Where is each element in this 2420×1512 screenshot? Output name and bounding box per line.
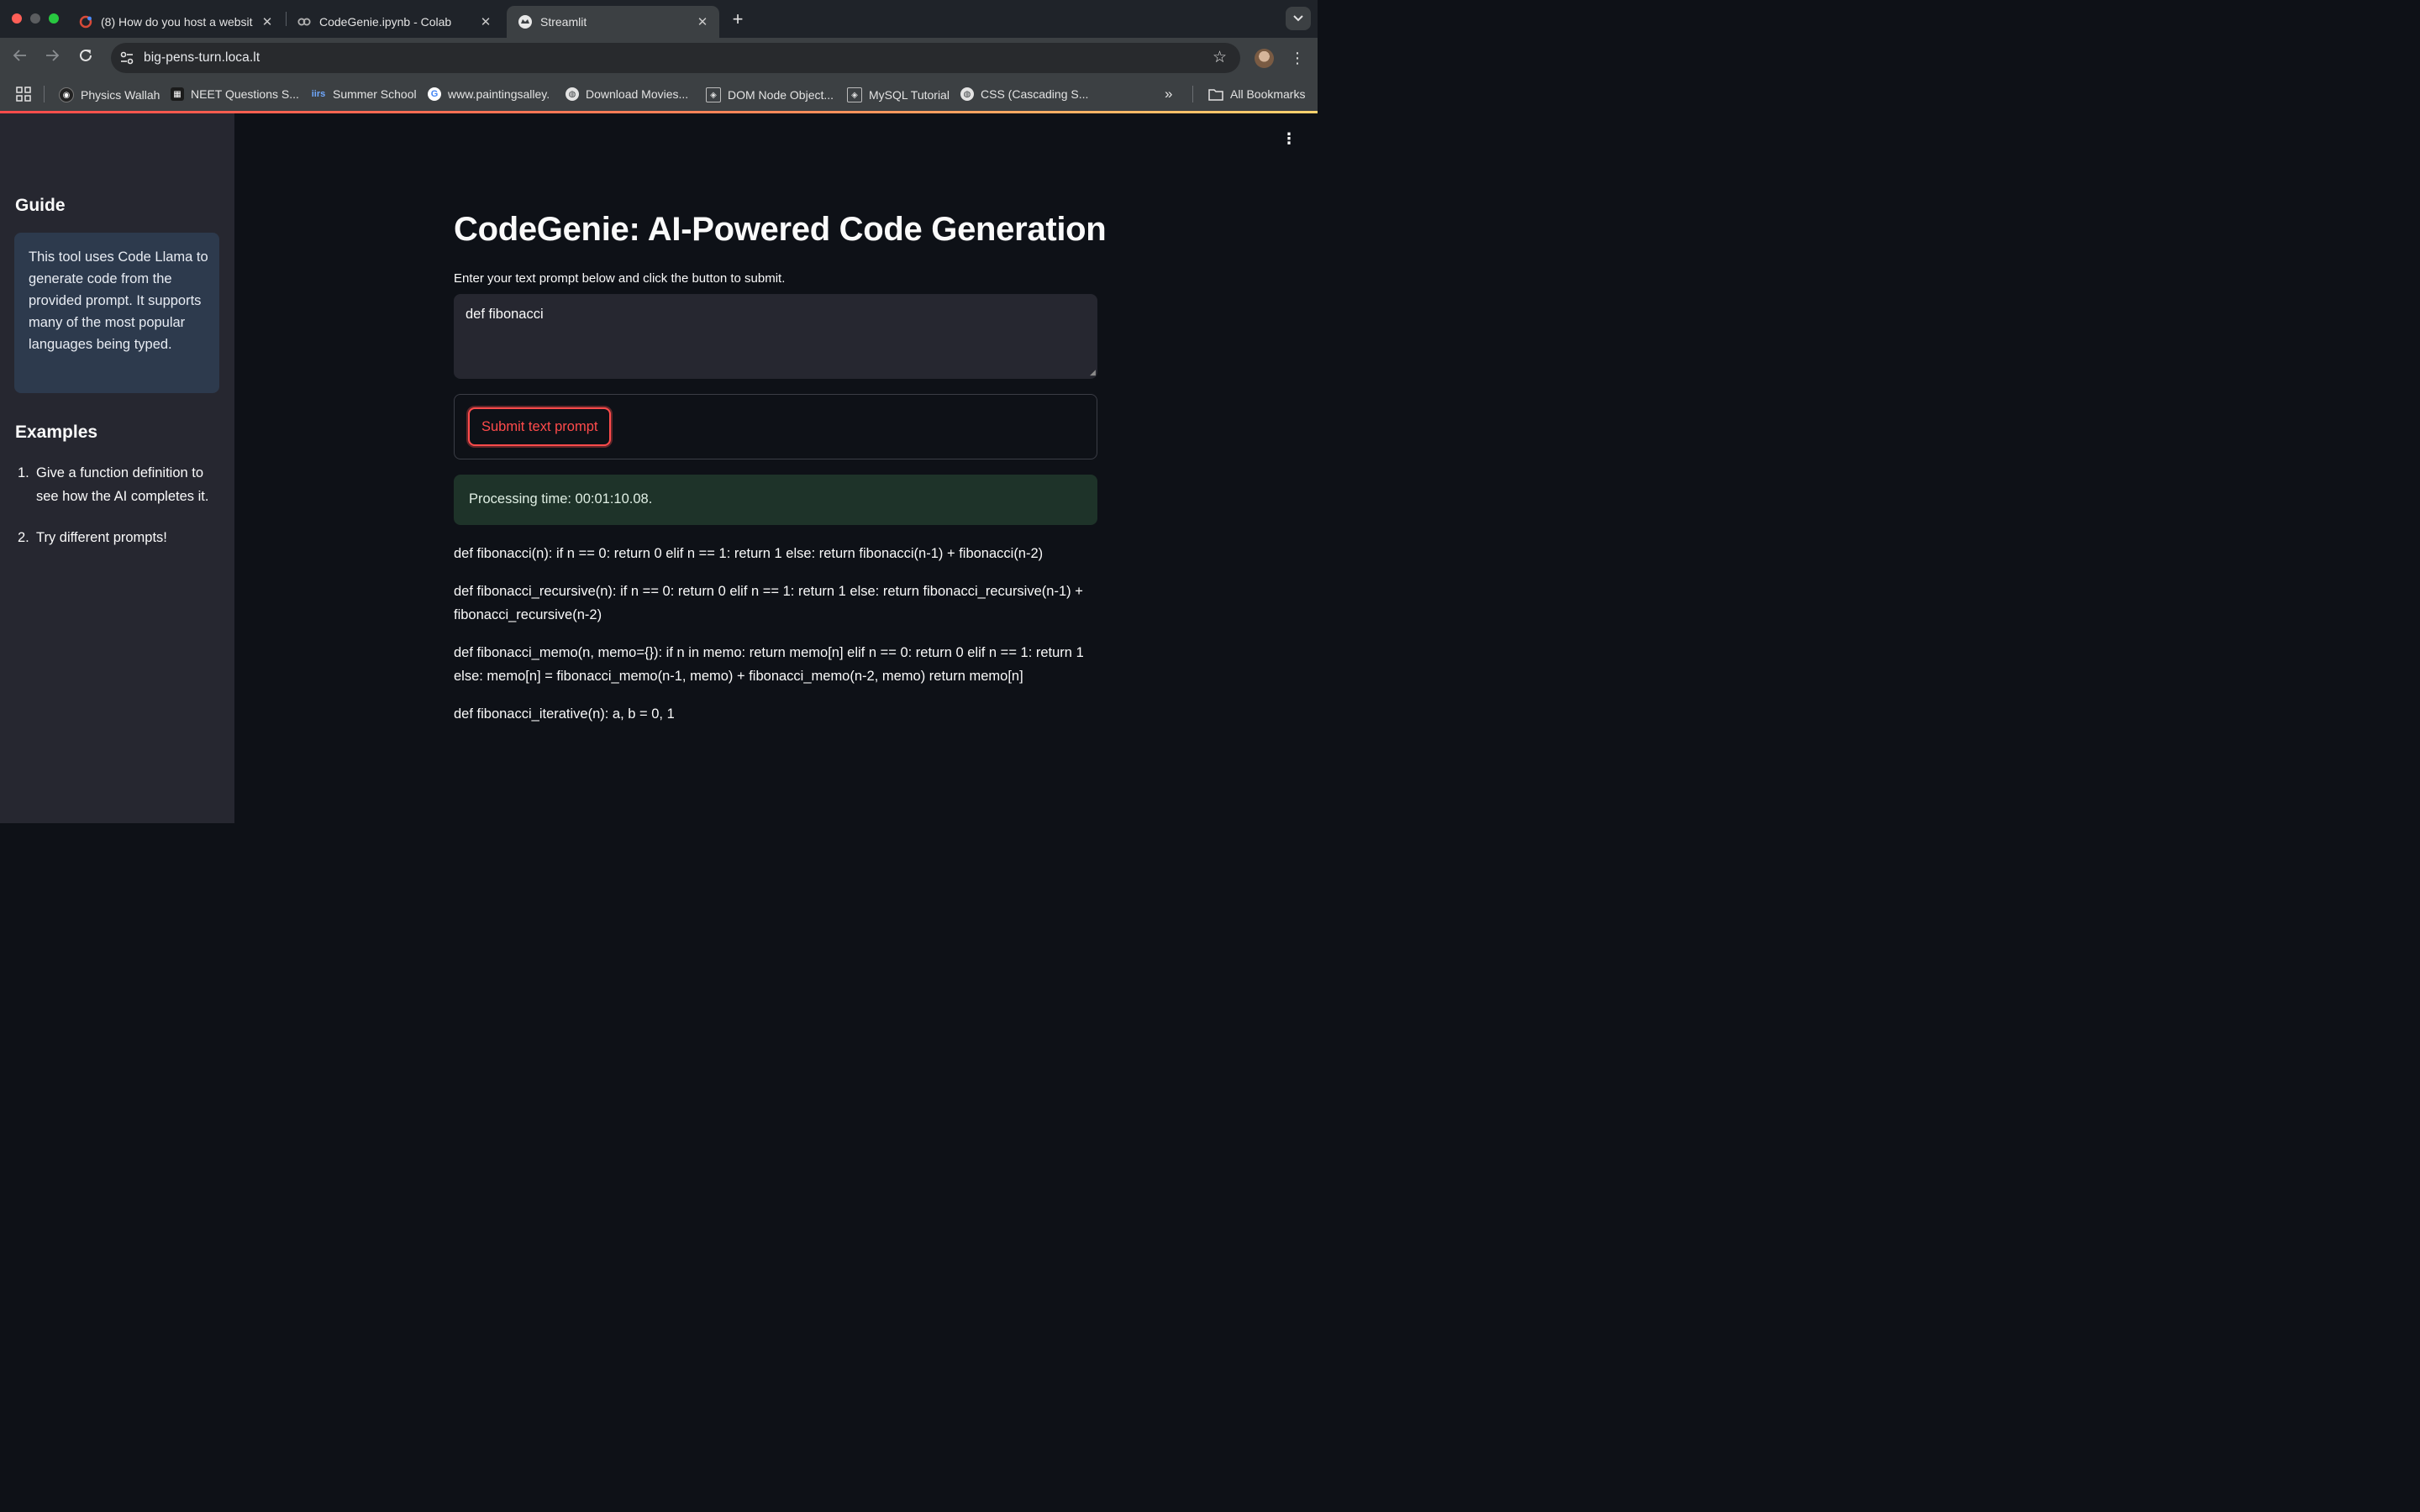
submit-form: Submit text prompt (454, 394, 1097, 459)
all-bookmarks-button[interactable]: All Bookmarks (1208, 87, 1305, 101)
screen: (8) How do you host a websit ✕ CodeGenie… (0, 0, 1318, 823)
bookmark-label: Summer School (333, 87, 417, 101)
bookmark-label: MySQL Tutorial (869, 88, 950, 102)
browser-tab-colab[interactable]: CodeGenie.ipynb - Colab ✕ (286, 6, 502, 38)
folder-icon (1208, 89, 1223, 101)
bookmark-label: DOM Node Object... (728, 88, 834, 102)
bookmark-download-movies[interactable]: ◍ Download Movies... (566, 87, 688, 101)
bookmark-dom-node-object[interactable]: ◈ DOM Node Object... (706, 87, 834, 102)
browser-menu-icon[interactable]: ⋮ (1289, 49, 1306, 67)
main-content: ⋮ CodeGenie: AI-Powered Code Generation … (234, 113, 1318, 823)
browser-tabstrip: (8) How do you host a websit ✕ CodeGenie… (0, 0, 1318, 38)
pw-icon: ◉ (59, 87, 74, 102)
resize-handle-icon[interactable]: ◢ (1090, 369, 1097, 376)
guide-text: This tool uses Code Llama to generate co… (29, 249, 208, 352)
bookmark-physics-wallah[interactable]: ◉ Physics Wallah (59, 87, 160, 102)
output-line: def fibonacci_memo(n, memo={}): if n in … (454, 645, 1084, 684)
colab-icon (297, 15, 311, 29)
list-text: Give a function definition to see how th… (36, 465, 209, 504)
bookmark-mysql-tutorial[interactable]: ◈ MySQL Tutorial (847, 87, 950, 102)
url-text: big-pens-turn.loca.lt (144, 50, 260, 65)
browser-toolbar: big-pens-turn.loca.lt ☆ ⋮ (0, 38, 1318, 78)
w3-icon: ◈ (706, 87, 721, 102)
prompt-instructions: Enter your text prompt below and click t… (454, 271, 786, 286)
list-number: 2. (18, 530, 29, 545)
output-line: def fibonacci(n): if n == 0: return 0 el… (454, 546, 1044, 561)
zoom-window-button[interactable] (49, 13, 59, 24)
apps-grid-icon (16, 87, 31, 102)
bookmarks-divider (1192, 86, 1193, 102)
list-number: 1. (18, 465, 29, 480)
profile-avatar[interactable] (1255, 49, 1274, 68)
bookmark-paintingsalley[interactable]: G www.paintingsalley. (428, 87, 550, 101)
address-bar[interactable]: big-pens-turn.loca.lt ☆ (111, 43, 1240, 73)
sidebar: Guide This tool uses Code Llama to gener… (0, 113, 234, 823)
bookmark-label: CSS (Cascading S... (981, 87, 1089, 101)
tab-title: Streamlit (540, 15, 587, 29)
tab-title: CodeGenie.ipynb - Colab (319, 15, 452, 29)
output-line: def fibonacci_recursive(n): if n == 0: r… (454, 584, 1083, 622)
reload-button[interactable] (76, 48, 96, 68)
bookmark-star-icon[interactable]: ☆ (1213, 48, 1227, 67)
guide-heading: Guide (15, 196, 66, 215)
bookmark-summer-school[interactable]: iirs Summer School (311, 87, 417, 101)
list-text: Try different prompts! (36, 530, 167, 545)
arrow-left-icon (13, 50, 26, 61)
close-tab-icon[interactable]: ✕ (479, 14, 492, 29)
bookmark-label: NEET Questions S... (191, 87, 299, 101)
bookmarks-bar: ◉ Physics Wallah ▦ NEET Questions S... i… (0, 78, 1318, 112)
bookmark-label: Download Movies... (586, 87, 689, 101)
page-title: CodeGenie: AI-Powered Code Generation (454, 211, 1107, 248)
generated-code-output: def fibonacci(n): if n == 0: return 0 el… (454, 542, 1092, 740)
reload-icon (80, 49, 92, 61)
google-icon: G (428, 87, 441, 101)
neet-icon: ▦ (171, 87, 184, 101)
close-tab-icon[interactable]: ✕ (260, 14, 274, 29)
w3-icon: ◈ (847, 87, 862, 102)
bookmark-css-cascading[interactable]: ◍ CSS (Cascading S... (960, 87, 1088, 101)
tab-title: (8) How do you host a websit (101, 15, 253, 29)
globe-icon: ◍ (960, 87, 974, 101)
site-settings-icon[interactable] (119, 50, 134, 66)
prompt-textarea[interactable]: def fibonacci (454, 294, 1097, 379)
minimize-window-button[interactable] (30, 13, 40, 24)
all-bookmarks-label: All Bookmarks (1230, 87, 1306, 101)
tab-search-button[interactable] (1286, 7, 1311, 30)
examples-heading: Examples (15, 423, 98, 442)
arrow-right-icon (46, 50, 60, 61)
close-tab-icon[interactable]: ✕ (696, 14, 709, 29)
browser-tab-streamlit[interactable]: Streamlit ✕ (507, 6, 719, 38)
streamlit-icon (518, 15, 532, 29)
bookmarks-divider (44, 86, 45, 102)
processing-time-alert: Processing time: 00:01:10.08. (454, 475, 1097, 525)
iirs-icon: iirs (311, 89, 326, 99)
processing-time-text: Processing time: 00:01:10.08. (469, 491, 653, 507)
close-window-button[interactable] (12, 13, 22, 24)
bookmark-label: Physics Wallah (81, 88, 160, 102)
back-button[interactable] (10, 48, 30, 68)
chevron-down-icon (1293, 15, 1303, 22)
bookmark-label: www.paintingsalley. (448, 87, 550, 101)
forward-button[interactable] (42, 48, 62, 68)
output-line: def fibonacci_iterative(n): a, b = 0, 1 (454, 706, 675, 722)
bookmark-neet-questions[interactable]: ▦ NEET Questions S... (171, 87, 299, 101)
submit-prompt-button[interactable]: Submit text prompt (468, 407, 612, 446)
guide-info-box: This tool uses Code Llama to generate co… (14, 233, 219, 393)
apps-button[interactable] (16, 87, 31, 102)
browser-tab-quora[interactable]: (8) How do you host a websit ✕ (67, 6, 284, 38)
app-menu-icon[interactable]: ⋮ (1281, 130, 1297, 147)
new-tab-button[interactable]: + (728, 8, 748, 30)
globe-icon: ◍ (566, 87, 579, 101)
more-bookmarks-button[interactable]: » (1165, 86, 1172, 102)
quora-icon (79, 15, 92, 29)
